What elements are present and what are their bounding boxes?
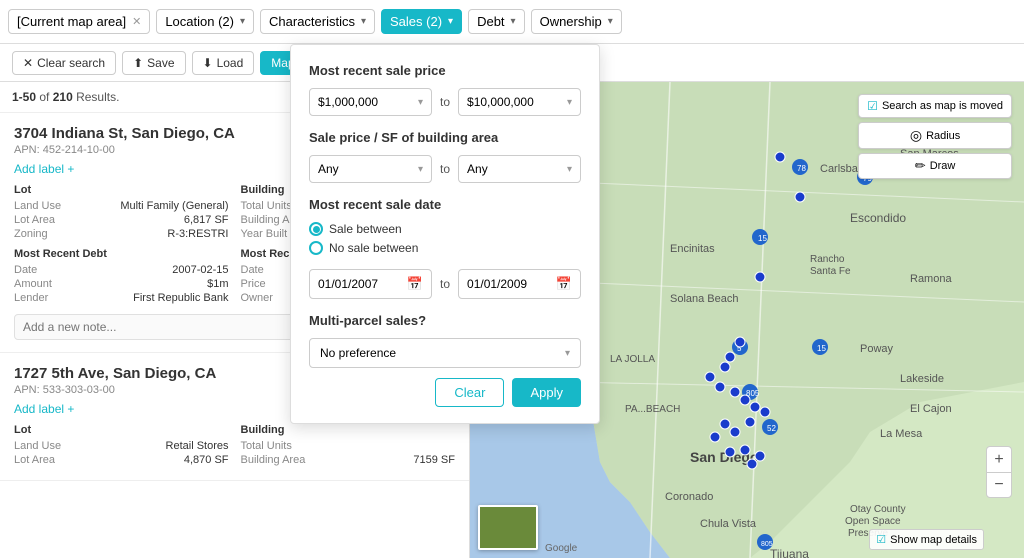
property-title: 3704 Indiana St, San Diego, CA <box>14 125 235 142</box>
svg-text:78: 78 <box>797 164 806 173</box>
svg-text:Coronado: Coronado <box>665 491 713 503</box>
price-to-select[interactable]: $10,000,000 ▾ <box>458 88 581 116</box>
add-label-button[interactable]: Add label + <box>14 402 216 416</box>
search-as-moved-checkbox[interactable]: ☑ Search as map is moved <box>858 94 1012 118</box>
radio-sale-between-indicator <box>309 222 323 236</box>
svg-text:La Mesa: La Mesa <box>880 428 923 440</box>
chip-label: Sales (2) <box>390 14 442 29</box>
date-radio-group: Sale between No sale between <box>309 222 581 255</box>
multiparcel-section-title: Multi-parcel sales? <box>309 313 581 328</box>
svg-text:Escondido: Escondido <box>850 211 906 225</box>
satellite-thumbnail[interactable] <box>478 505 538 550</box>
load-icon: ⬇ <box>203 56 213 70</box>
date-to-input[interactable]: 01/01/2009 📅 <box>458 269 581 299</box>
top-filter-bar: [Current map area] ✕ Location (2) ▾ Char… <box>0 0 1024 44</box>
svg-text:805: 805 <box>761 541 773 548</box>
zoom-in-button[interactable]: + <box>986 446 1012 472</box>
clear-search-button[interactable]: ✕ Clear search <box>12 51 116 75</box>
svg-text:Otay County: Otay County <box>850 504 906 515</box>
svg-text:Tijuana: Tijuana <box>770 547 809 558</box>
svg-text:15: 15 <box>758 234 767 243</box>
sf-from-select[interactable]: Any ▾ <box>309 155 432 183</box>
chevron-down-icon: ▾ <box>448 16 453 27</box>
chevron-down-icon: ▾ <box>418 97 423 108</box>
sf-range-row: Any ▾ to Any ▾ <box>309 155 581 183</box>
draw-button[interactable]: ✏ Draw <box>858 153 1012 179</box>
chip-current-map[interactable]: [Current map area] ✕ <box>8 9 150 34</box>
radius-button[interactable]: ◎ Radius <box>858 122 1012 149</box>
sf-to-select[interactable]: Any ▾ <box>458 155 581 183</box>
chip-label: Characteristics <box>269 14 355 29</box>
clear-button[interactable]: Clear <box>435 378 504 407</box>
chip-location[interactable]: Location (2) ▾ <box>156 9 254 34</box>
date-range-row: 01/01/2007 📅 to 01/01/2009 📅 <box>309 269 581 299</box>
chevron-down-icon: ▾ <box>567 164 572 175</box>
chevron-down-icon: ▾ <box>511 16 516 27</box>
svg-text:Chula Vista: Chula Vista <box>700 518 757 530</box>
property-title: 1727 5th Ave, San Diego, CA <box>14 365 216 382</box>
svg-text:15: 15 <box>817 344 826 353</box>
chevron-down-icon: ▾ <box>361 16 366 27</box>
svg-text:Lakeside: Lakeside <box>900 373 944 385</box>
radio-no-sale-indicator <box>309 241 323 255</box>
show-map-details-button[interactable]: ☑ Show map details <box>869 529 984 550</box>
results-count: 1-50 of 210 Results. <box>12 90 119 104</box>
svg-text:LA JOLLA: LA JOLLA <box>610 354 655 365</box>
svg-text:Encinitas: Encinitas <box>670 243 715 255</box>
chevron-down-icon: ▾ <box>418 164 423 175</box>
svg-text:Rancho: Rancho <box>810 254 845 265</box>
svg-text:El Cajon: El Cajon <box>910 403 952 415</box>
chip-sales[interactable]: Sales (2) ▾ <box>381 9 462 34</box>
svg-text:Ramona: Ramona <box>910 273 952 285</box>
price-section-title: Most recent sale price <box>309 63 581 78</box>
price-range-row: $1,000,000 ▾ to $10,000,000 ▾ <box>309 88 581 116</box>
zoom-out-button[interactable]: − <box>986 472 1012 498</box>
chevron-down-icon: ▾ <box>565 348 570 359</box>
chevron-down-icon: ▾ <box>567 97 572 108</box>
svg-text:Poway: Poway <box>860 343 894 355</box>
chip-characteristics[interactable]: Characteristics ▾ <box>260 9 375 34</box>
calendar-icon: 📅 <box>556 276 572 292</box>
sales-dropdown-panel: Most recent sale price $1,000,000 ▾ to $… <box>290 44 600 424</box>
svg-text:Solana Beach: Solana Beach <box>670 293 739 305</box>
load-button[interactable]: ⬇ Load <box>192 51 255 75</box>
chip-label: Debt <box>477 14 504 29</box>
multiparcel-select[interactable]: No preference ▾ <box>309 338 581 368</box>
chip-label: Ownership <box>540 14 602 29</box>
map-controls: ☑ Search as map is moved ◎ Radius ✏ Draw <box>858 94 1012 179</box>
chevron-down-icon: ▾ <box>608 16 613 27</box>
draw-icon: ✏ <box>915 158 926 174</box>
svg-text:PA...BEACH: PA...BEACH <box>625 404 680 415</box>
date-section-title: Most recent sale date <box>309 197 581 212</box>
add-label-button[interactable]: Add label + <box>14 162 235 176</box>
svg-text:Open Space: Open Space <box>845 516 901 527</box>
price-from-select[interactable]: $1,000,000 ▾ <box>309 88 432 116</box>
property-apn: APN: 533-303-03-00 <box>14 384 216 396</box>
svg-text:Santa Fe: Santa Fe <box>810 266 851 277</box>
property-details: Lot Land UseRetail Stores Lot Area4,870 … <box>14 424 455 468</box>
dropdown-button-row: Clear Apply <box>309 378 581 407</box>
chevron-down-icon: ▾ <box>240 16 245 27</box>
chip-label: Location (2) <box>165 14 234 29</box>
date-from-input[interactable]: 01/01/2007 📅 <box>309 269 432 299</box>
calendar-icon: 📅 <box>407 276 423 292</box>
main-layout: 1-50 of 210 Results. Label all 3704 Indi… <box>0 82 1024 558</box>
apply-button[interactable]: Apply <box>512 378 581 407</box>
close-icon[interactable]: ✕ <box>132 15 141 28</box>
svg-text:52: 52 <box>767 424 776 433</box>
radio-no-sale[interactable]: No sale between <box>309 241 581 255</box>
google-label: Google <box>545 543 577 554</box>
chip-ownership[interactable]: Ownership ▾ <box>531 9 622 34</box>
sf-section-title: Sale price / SF of building area <box>309 130 581 145</box>
save-button[interactable]: ⬆ Save <box>122 51 185 75</box>
save-icon: ⬆ <box>133 56 143 70</box>
property-apn: APN: 452-214-10-00 <box>14 144 235 156</box>
radio-sale-between[interactable]: Sale between <box>309 222 581 236</box>
chip-debt[interactable]: Debt ▾ <box>468 9 525 34</box>
chip-label: [Current map area] <box>17 14 126 29</box>
radius-icon: ◎ <box>910 127 922 144</box>
clear-icon: ✕ <box>23 56 33 70</box>
zoom-controls: + − <box>986 446 1012 498</box>
